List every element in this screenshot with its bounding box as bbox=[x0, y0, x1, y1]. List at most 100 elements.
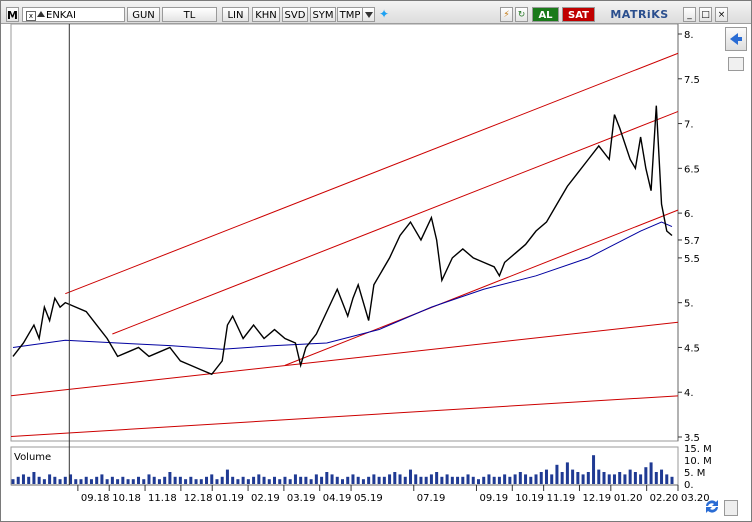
volume-bar bbox=[293, 474, 297, 484]
volume-bar bbox=[560, 472, 564, 484]
price-tick-label: 6. bbox=[684, 209, 694, 220]
volume-bar bbox=[48, 474, 52, 484]
volume-bar bbox=[131, 479, 135, 484]
volume-bar bbox=[623, 474, 627, 484]
volume-bar bbox=[142, 479, 146, 484]
volume-bar bbox=[194, 479, 198, 484]
volume-bar bbox=[524, 474, 528, 484]
volume-bar bbox=[592, 455, 596, 484]
volume-bar bbox=[335, 476, 339, 484]
volume-bar bbox=[628, 469, 632, 484]
price-plot-area bbox=[10, 23, 679, 442]
volume-bar bbox=[314, 474, 318, 484]
volume-bar bbox=[32, 472, 36, 484]
volume-bar bbox=[246, 479, 250, 484]
volume-bar bbox=[288, 479, 292, 484]
volume-bar bbox=[466, 474, 470, 484]
volume-bar bbox=[168, 472, 172, 484]
volume-bar bbox=[508, 476, 512, 484]
volume-bar bbox=[544, 469, 548, 484]
volume-bar bbox=[178, 476, 182, 484]
volume-bar bbox=[341, 479, 344, 484]
volume-bar bbox=[309, 479, 313, 484]
volume-tick-label: 15. M bbox=[684, 444, 712, 455]
volume-bar bbox=[660, 469, 664, 484]
volume-bar bbox=[184, 479, 188, 484]
volume-bar bbox=[377, 476, 381, 484]
volume-bar bbox=[607, 474, 611, 484]
volume-bar bbox=[37, 476, 41, 484]
volume-bar bbox=[110, 476, 114, 484]
time-tick-label: 09.19 bbox=[479, 493, 508, 504]
volume-bar bbox=[555, 464, 559, 484]
volume-bar bbox=[445, 474, 449, 484]
volume-bar bbox=[503, 474, 507, 484]
volume-bar bbox=[137, 476, 141, 484]
volume-bar bbox=[393, 472, 397, 484]
volume-bar bbox=[618, 472, 622, 484]
volume-bar bbox=[550, 474, 554, 484]
volume-bar bbox=[382, 476, 386, 484]
volume-bar bbox=[325, 472, 329, 484]
volume-bar bbox=[283, 476, 287, 484]
price-tick-label: 4.5 bbox=[684, 343, 700, 354]
volume-bar bbox=[215, 479, 219, 484]
volume-bar bbox=[581, 474, 585, 484]
volume-bar bbox=[497, 476, 501, 484]
volume-bar bbox=[53, 476, 57, 484]
price-tick-label: 8. bbox=[684, 30, 694, 41]
time-tick-label: 10.19 bbox=[515, 493, 544, 504]
volume-bar bbox=[100, 474, 104, 484]
time-tick-label: 04.19 bbox=[323, 493, 352, 504]
time-tick-label: 03.19 bbox=[287, 493, 316, 504]
volume-bar bbox=[189, 476, 193, 484]
volume-bar bbox=[262, 476, 266, 484]
volume-bar bbox=[79, 479, 83, 484]
volume-bar bbox=[361, 479, 365, 484]
sync-icon[interactable] bbox=[703, 498, 721, 514]
volume-bar bbox=[16, 476, 20, 484]
volume-bar bbox=[372, 474, 376, 484]
price-tick-label: 4. bbox=[684, 388, 694, 399]
volume-bar bbox=[456, 476, 460, 484]
time-tick-label: 01.20 bbox=[614, 493, 643, 504]
volume-bar bbox=[539, 472, 543, 484]
time-tick-label: 09.18 bbox=[81, 493, 110, 504]
chart-window: M x ENKAI GUN TL LIN KHN SVD SYM TMP ✦ ⚡… bbox=[0, 0, 752, 522]
volume-bar bbox=[356, 476, 360, 484]
volume-bar bbox=[63, 476, 67, 484]
price-tick-label: 7. bbox=[684, 120, 694, 131]
volume-bar bbox=[429, 474, 433, 484]
volume-bar bbox=[367, 476, 371, 484]
volume-bar bbox=[236, 479, 240, 484]
volume-tick-label: 5. M bbox=[684, 468, 705, 479]
time-tick-label: 02.20 bbox=[650, 493, 679, 504]
volume-bar bbox=[487, 474, 491, 484]
volume-bar bbox=[565, 462, 569, 484]
volume-bar bbox=[11, 479, 15, 484]
volume-tick-label: 10. M bbox=[684, 456, 712, 467]
volume-bar bbox=[163, 476, 167, 484]
volume-bar bbox=[419, 476, 423, 484]
volume-bar bbox=[267, 479, 271, 484]
scroll-end-button[interactable] bbox=[724, 500, 738, 516]
price-tick-label: 7.5 bbox=[684, 75, 700, 86]
volume-bar bbox=[241, 476, 245, 484]
volume-bar bbox=[152, 476, 156, 484]
volume-bar bbox=[529, 476, 533, 484]
volume-bar bbox=[89, 479, 93, 484]
volume-bar bbox=[654, 472, 658, 484]
volume-bar bbox=[602, 472, 606, 484]
time-tick-label: 10.18 bbox=[112, 493, 141, 504]
volume-bar bbox=[95, 476, 99, 484]
volume-bar bbox=[199, 479, 203, 484]
volume-bar bbox=[74, 479, 78, 484]
volume-bar bbox=[126, 479, 130, 484]
volume-bar bbox=[586, 472, 590, 484]
volume-bar bbox=[388, 474, 392, 484]
volume-bar bbox=[492, 476, 496, 484]
volume-bar bbox=[639, 474, 643, 484]
volume-bar bbox=[330, 474, 334, 484]
price-chart[interactable]: 8. 7.5 7. 6.5 6. 5.7 5.5 5. 4.5 4. 3.5 09.18 10.18 1… bbox=[1, 1, 751, 521]
volume-bar bbox=[205, 476, 209, 484]
